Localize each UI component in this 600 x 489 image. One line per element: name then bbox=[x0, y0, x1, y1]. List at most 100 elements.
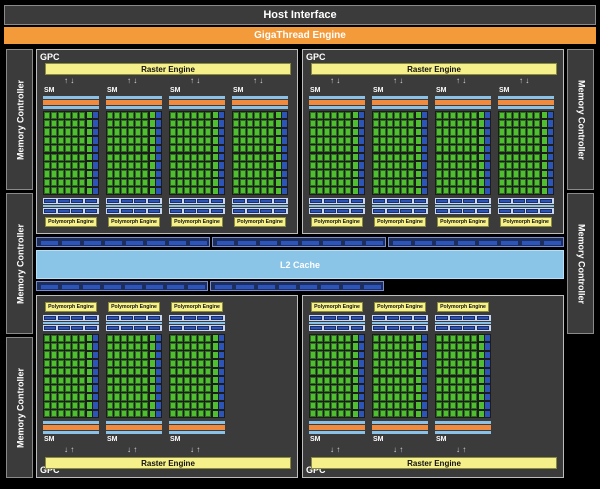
register-cell bbox=[57, 209, 70, 213]
cuda-core bbox=[506, 187, 512, 195]
cuda-core bbox=[450, 334, 456, 342]
memory-controller-2: Memory Controller bbox=[6, 193, 33, 334]
load-store-unit bbox=[150, 137, 155, 144]
cuda-core bbox=[394, 145, 400, 153]
cuda-core bbox=[114, 187, 120, 195]
cuda-core bbox=[72, 136, 78, 145]
cuda-core bbox=[527, 119, 533, 128]
cuda-core bbox=[401, 401, 407, 410]
load-store-unit bbox=[479, 128, 484, 136]
cuda-core bbox=[527, 111, 533, 119]
cuda-core bbox=[499, 136, 505, 145]
special-function-unit bbox=[282, 162, 287, 169]
load-store-unit bbox=[542, 112, 547, 119]
special-function-unit bbox=[219, 162, 224, 169]
cuda-core bbox=[170, 359, 176, 368]
sm-lblue-strip bbox=[106, 431, 162, 434]
cuda-core bbox=[268, 111, 274, 119]
cuda-core bbox=[65, 410, 71, 418]
load-store-unit bbox=[479, 368, 484, 375]
cuda-core bbox=[79, 111, 85, 119]
sm-lblue-strip bbox=[372, 106, 428, 109]
cuda-core bbox=[58, 359, 64, 368]
cuda-core bbox=[373, 342, 379, 351]
cuda-core bbox=[44, 359, 50, 368]
cuda-core bbox=[457, 368, 463, 376]
cuda-core bbox=[380, 187, 386, 195]
cuda-core bbox=[198, 334, 204, 342]
load-store-unit bbox=[87, 112, 92, 119]
register-row bbox=[372, 315, 428, 321]
l2-strip-cell bbox=[499, 239, 519, 246]
cuda-core bbox=[51, 410, 57, 418]
cuda-core bbox=[394, 342, 400, 351]
cuda-core bbox=[345, 401, 351, 410]
cuda-core bbox=[121, 136, 127, 145]
register-cell bbox=[107, 209, 119, 213]
sm-lblue-strip bbox=[309, 106, 365, 109]
register-row bbox=[106, 315, 162, 321]
special-function-unit bbox=[219, 120, 224, 127]
cuda-core bbox=[394, 410, 400, 418]
cuda-core bbox=[394, 351, 400, 359]
cuda-core bbox=[408, 384, 414, 393]
cuda-core bbox=[387, 359, 393, 368]
cuda-core bbox=[233, 111, 239, 119]
register-cell bbox=[134, 316, 147, 320]
cuda-core bbox=[72, 111, 78, 119]
load-store-unit bbox=[479, 120, 484, 127]
cuda-core bbox=[338, 342, 344, 351]
cuda-core bbox=[373, 119, 379, 128]
cuda-core bbox=[443, 161, 449, 170]
cuda-core bbox=[205, 334, 211, 342]
cuda-core bbox=[79, 334, 85, 342]
special-function-unit bbox=[156, 162, 161, 169]
instruction-cache-strip bbox=[435, 425, 491, 430]
special-function-unit bbox=[93, 402, 98, 409]
special-function-unit bbox=[359, 335, 364, 342]
register-cell bbox=[107, 316, 119, 320]
special-function-unit bbox=[359, 120, 364, 127]
special-function-unit bbox=[219, 343, 224, 350]
cuda-core bbox=[387, 351, 393, 359]
memory-controller-1: Memory Controller bbox=[6, 49, 33, 190]
sm-lblue-strip bbox=[435, 322, 491, 324]
cuda-core bbox=[128, 401, 134, 410]
cuda-core bbox=[387, 178, 393, 187]
cuda-core bbox=[464, 128, 470, 136]
cuda-core bbox=[471, 376, 477, 384]
cuda-core bbox=[142, 128, 148, 136]
cuda-core bbox=[464, 334, 470, 342]
cuda-core bbox=[310, 136, 316, 145]
cuda-core bbox=[450, 401, 456, 410]
sm-lblue-strip bbox=[435, 421, 491, 424]
cuda-core bbox=[331, 170, 337, 178]
cuda-core bbox=[135, 178, 141, 187]
cuda-core bbox=[135, 136, 141, 145]
cuda-core bbox=[142, 153, 148, 161]
cuda-core bbox=[65, 178, 71, 187]
cuda-core bbox=[72, 145, 78, 153]
cuda-core bbox=[380, 136, 386, 145]
cuda-core bbox=[513, 128, 519, 136]
special-function-unit bbox=[219, 179, 224, 186]
cuda-core bbox=[345, 119, 351, 128]
load-store-unit bbox=[416, 128, 421, 136]
cuda-core bbox=[44, 161, 50, 170]
cuda-core bbox=[317, 368, 323, 376]
cuda-core bbox=[401, 161, 407, 170]
cuda-core bbox=[65, 145, 71, 153]
special-function-unit bbox=[219, 145, 224, 152]
special-function-unit bbox=[219, 187, 224, 194]
sm-lblue-strip bbox=[43, 421, 99, 424]
cuda-core bbox=[72, 178, 78, 187]
load-store-unit bbox=[150, 187, 155, 194]
register-row bbox=[309, 315, 365, 321]
cuda-core bbox=[387, 136, 393, 145]
register-row bbox=[106, 208, 162, 214]
register-cell bbox=[400, 209, 413, 213]
cuda-core bbox=[373, 351, 379, 359]
cuda-core bbox=[401, 368, 407, 376]
cuda-core bbox=[191, 111, 197, 119]
cuda-core bbox=[401, 111, 407, 119]
